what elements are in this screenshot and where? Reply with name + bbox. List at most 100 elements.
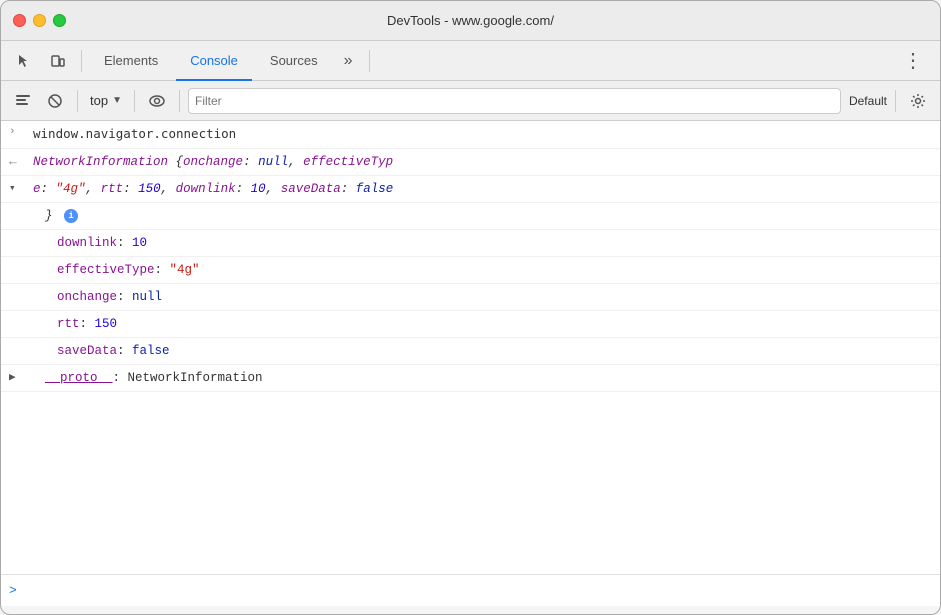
minimize-button[interactable] <box>33 14 46 27</box>
toolbar-divider-3 <box>179 90 180 112</box>
filter-input-wrap <box>188 88 841 114</box>
result-brace-close: } <box>45 209 53 223</box>
toolbar-divider-1 <box>77 90 78 112</box>
console-row-prop-onchange: onchange: null <box>1 284 940 311</box>
console-row-command: › window.navigator.connection <box>1 121 940 149</box>
tab-sources[interactable]: Sources <box>256 41 332 81</box>
collapse-icon[interactable]: ▾ <box>9 181 16 195</box>
row-gutter-empty-6 <box>9 341 33 343</box>
traffic-lights <box>13 14 66 27</box>
result-colon-2: : <box>41 182 56 196</box>
console-row-result-1: ← NetworkInformation {onchange: null, ef… <box>1 149 940 176</box>
titlebar: DevTools - www.google.com/ <box>1 1 940 41</box>
result-val-null: null <box>258 155 288 169</box>
prop-key-downlink: downlink <box>57 236 117 250</box>
result-key-savedata: saveData <box>281 182 341 196</box>
row-content-result-1: NetworkInformation {onchange: null, effe… <box>33 152 932 172</box>
maximize-button[interactable] <box>53 14 66 27</box>
row-content-prop-rtt: rtt: 150 <box>33 314 932 334</box>
context-arrow-icon: ▼ <box>112 95 122 106</box>
row-content-prop-effectivetype: effectiveType: "4g" <box>33 260 932 280</box>
window-title: DevTools - www.google.com/ <box>387 13 554 28</box>
kebab-menu-button[interactable]: ⋮ <box>895 48 932 73</box>
default-label: Default <box>849 94 887 108</box>
result-val-4g: "4g" <box>56 182 86 196</box>
row-content-proto: __proto__: NetworkInformation <box>33 368 932 388</box>
proto-colon: : NetworkInformation <box>113 371 263 385</box>
toolbar-divider-4 <box>895 90 896 112</box>
result-key-downlink: downlink <box>176 182 236 196</box>
result-class-name: NetworkInformation <box>33 155 176 169</box>
tab-console[interactable]: Console <box>176 41 252 81</box>
expand-icon[interactable]: › <box>9 126 16 138</box>
prop-val-effectivetype: "4g" <box>170 263 200 277</box>
prop-colon-effectivetype: : <box>155 263 170 277</box>
console-row-prop-rtt: rtt: 150 <box>1 311 940 338</box>
proto-link[interactable]: __proto__ <box>45 371 113 385</box>
row-gutter-result: ← <box>9 152 33 169</box>
more-tabs-button[interactable]: » <box>336 52 361 70</box>
nav-divider <box>81 50 82 72</box>
row-content-command: window.navigator.connection <box>33 124 932 145</box>
console-output: › window.navigator.connection ← NetworkI… <box>1 121 940 574</box>
result-key-onchange: onchange <box>183 155 243 169</box>
prop-colon-onchange: : <box>117 290 132 304</box>
close-button[interactable] <box>13 14 26 27</box>
result-brace-open: { <box>176 155 184 169</box>
preserve-log-button[interactable] <box>143 87 171 115</box>
prop-colon-savedata: : <box>117 344 132 358</box>
console-row-proto: ▶ __proto__: NetworkInformation <box>1 365 940 392</box>
console-row-prop-effectivetype: effectiveType: "4g" <box>1 257 940 284</box>
console-row-result-3: } i <box>1 203 940 230</box>
prop-key-rtt: rtt <box>57 317 80 331</box>
row-gutter-triangle: ▾ <box>9 179 33 195</box>
prop-key-savedata: saveData <box>57 344 117 358</box>
block-button[interactable] <box>41 87 69 115</box>
filter-input[interactable] <box>195 94 834 108</box>
proto-expand-icon[interactable]: ▶ <box>9 370 16 384</box>
row-gutter-empty-4 <box>9 287 33 289</box>
result-key-effectivetype: effectiveTyp <box>303 155 393 169</box>
result-comma-4: , <box>266 182 281 196</box>
result-colon-1: : <box>243 155 258 169</box>
result-comma-1: , <box>288 155 303 169</box>
context-label: top <box>90 93 108 108</box>
prop-colon-rtt: : <box>80 317 95 331</box>
console-prompt: > <box>9 583 17 598</box>
tab-elements[interactable]: Elements <box>90 41 172 81</box>
result-comma-3: , <box>161 182 176 196</box>
console-row-prop-savedata: saveData: false <box>1 338 940 365</box>
command-text: window.navigator.connection <box>33 126 236 141</box>
console-input[interactable] <box>25 583 932 598</box>
result-colon-3: : <box>123 182 138 196</box>
prop-val-savedata: false <box>132 344 170 358</box>
prop-colon-downlink: : <box>117 236 132 250</box>
console-row-prop-downlink: downlink: 10 <box>1 230 940 257</box>
cursor-icon-button[interactable] <box>9 46 39 76</box>
prop-key-onchange: onchange <box>57 290 117 304</box>
row-gutter-empty-5 <box>9 314 33 316</box>
prop-val-downlink: 10 <box>132 236 147 250</box>
result-colon-4: : <box>236 182 251 196</box>
row-content-result-2: e: "4g", rtt: 150, downlink: 10, saveDat… <box>33 179 932 199</box>
context-selector[interactable]: top ▼ <box>90 93 122 108</box>
info-badge[interactable]: i <box>64 209 78 223</box>
console-toolbar: top ▼ Default <box>1 81 940 121</box>
row-gutter-empty-1 <box>9 206 33 208</box>
row-gutter-proto: ▶ <box>9 368 33 384</box>
device-toolbar-button[interactable] <box>43 46 73 76</box>
devtools-nav: Elements Console Sources » ⋮ <box>1 41 940 81</box>
row-gutter-empty-3 <box>9 260 33 262</box>
result-key-rtt: rtt <box>101 182 124 196</box>
row-content-result-3: } i <box>33 206 932 226</box>
row-content-prop-onchange: onchange: null <box>33 287 932 307</box>
row-gutter: › <box>9 124 33 138</box>
result-val-10: 10 <box>251 182 266 196</box>
console-row-result-2: ▾ e: "4g", rtt: 150, downlink: 10, saveD… <box>1 176 940 203</box>
row-content-prop-downlink: downlink: 10 <box>33 233 932 253</box>
back-arrow-icon: ← <box>9 154 17 169</box>
result-val-150: 150 <box>138 182 161 196</box>
clear-console-button[interactable] <box>9 87 37 115</box>
settings-button[interactable] <box>904 87 932 115</box>
row-gutter-empty-2 <box>9 233 33 235</box>
